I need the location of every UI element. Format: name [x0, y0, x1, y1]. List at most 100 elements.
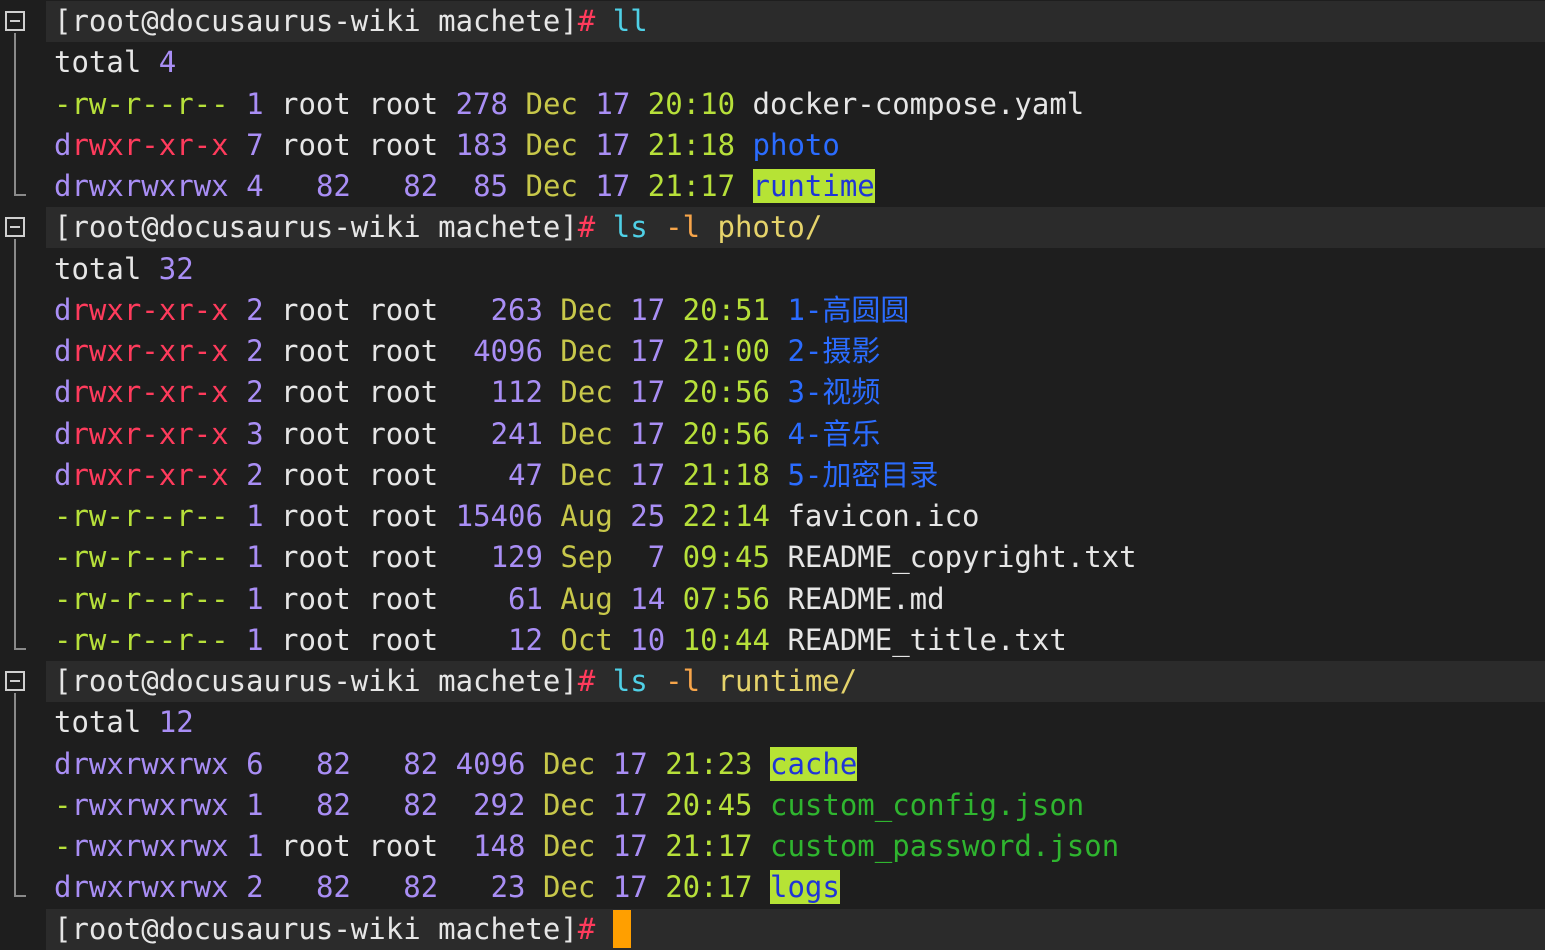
file-permissions: rwxrwxrwx	[71, 870, 229, 905]
fold-toggle-icon[interactable]	[5, 671, 25, 691]
file-name[interactable]: logs	[769, 870, 840, 905]
mod-time: 20:56	[682, 375, 770, 410]
file-name[interactable]: 3-视频	[787, 375, 880, 409]
prompt-symbol: #	[577, 4, 596, 38]
file-group: root	[368, 292, 439, 327]
file-name[interactable]: runtime	[752, 169, 875, 203]
file-type: d	[54, 416, 72, 451]
file-permissions: rwxrwxrwx	[71, 787, 229, 822]
file-owner: root	[281, 416, 351, 451]
mod-month: Aug	[560, 499, 613, 533]
file-size: 61	[508, 581, 543, 616]
file-owner: root	[281, 334, 351, 368]
file-name[interactable]: 2-摄影	[787, 334, 880, 368]
total-label: total	[54, 251, 142, 286]
mod-month: Dec	[525, 127, 578, 162]
file-size: 129	[490, 540, 543, 575]
file-size: 23	[490, 870, 526, 905]
mod-month: Aug	[560, 581, 613, 616]
file-type: d	[54, 375, 72, 410]
listing-row: drwxr-xr-x 2 root root 4096 Dec 17 21:00…	[46, 331, 1545, 372]
file-owner: root	[281, 86, 351, 121]
mod-time: 20:56	[682, 416, 770, 451]
mod-day: 17	[630, 292, 666, 327]
file-name[interactable]: favicon.ico	[787, 499, 979, 533]
link-count: 1	[246, 499, 264, 533]
fold-toggle-icon[interactable]	[5, 217, 25, 238]
file-size: 241	[490, 416, 543, 451]
mod-day: 14	[630, 581, 666, 616]
mod-day: 7	[647, 540, 666, 575]
file-name[interactable]: 4-音乐	[787, 417, 880, 451]
mod-day: 17	[595, 127, 631, 162]
mod-month: Sep	[560, 540, 613, 575]
mod-month: Dec	[560, 292, 613, 327]
file-group: root	[368, 829, 439, 863]
file-group: 82	[403, 169, 439, 203]
file-owner: 82	[315, 746, 351, 781]
file-owner: root	[281, 540, 351, 575]
listing-row: drwxr-xr-x 7 root root 183 Dec 17 21:18 …	[46, 125, 1545, 166]
command-arg: runtime/	[717, 664, 858, 698]
link-count: 2	[246, 457, 264, 492]
file-owner: 82	[315, 870, 351, 905]
file-size: 292	[473, 787, 526, 822]
text-cursor[interactable]	[612, 909, 631, 948]
file-group: 82	[403, 870, 439, 905]
file-group: root	[368, 375, 439, 410]
mod-day: 17	[612, 829, 648, 863]
link-count: 1	[246, 540, 264, 575]
mod-month: Dec	[542, 870, 596, 905]
file-name[interactable]: README_copyright.txt	[787, 540, 1136, 574]
file-permissions: rw-r--r--	[71, 86, 229, 121]
file-size: 47	[508, 457, 543, 492]
mod-day: 17	[595, 169, 631, 203]
file-group: root	[368, 127, 439, 162]
file-group: root	[368, 416, 439, 451]
link-count: 3	[246, 416, 264, 451]
mod-time: 21:17	[665, 829, 753, 863]
file-size: 4096	[455, 746, 526, 781]
total-label: total	[54, 45, 142, 80]
mod-month: Dec	[542, 787, 596, 822]
file-name[interactable]: custom_password.json	[770, 829, 1119, 863]
link-count: 2	[246, 870, 264, 905]
file-type: d	[54, 457, 72, 492]
mod-day: 17	[612, 870, 648, 905]
link-count: 1	[246, 581, 264, 616]
terminal-window[interactable]: [root@docusaurus-wiki machete]# ll total …	[0, 0, 1545, 950]
link-count: 1	[246, 787, 264, 822]
mod-time: 07:56	[682, 581, 770, 616]
file-name[interactable]: custom_config.json	[770, 788, 1084, 822]
file-name[interactable]: 1-高圆圆	[787, 293, 909, 327]
total-line: total 4	[46, 42, 1545, 83]
file-size: 85	[473, 169, 509, 203]
file-owner: root	[281, 622, 351, 657]
command-arg: photo/	[717, 210, 823, 245]
file-group: root	[368, 457, 439, 492]
total-value: 12	[158, 705, 194, 740]
file-name[interactable]: photo	[753, 128, 840, 162]
mod-day: 10	[630, 622, 666, 657]
file-permissions: rwxrwxrwx	[71, 746, 229, 781]
mod-time: 10:44	[682, 622, 770, 657]
mod-time: 21:00	[682, 334, 770, 368]
mod-day: 17	[630, 334, 666, 368]
prompt-line: [root@docusaurus-wiki machete]# ls -l ph…	[46, 207, 1545, 249]
file-name[interactable]: README_title.txt	[787, 623, 1066, 657]
prompt-user-host: [root@docusaurus-wiki machete]	[54, 4, 578, 38]
file-size: 278	[455, 86, 509, 121]
file-name[interactable]: docker-compose.yaml	[753, 87, 1085, 121]
command-flag: -l	[665, 210, 701, 245]
file-owner: root	[281, 499, 351, 533]
mod-day: 17	[630, 457, 666, 492]
file-type: d	[54, 127, 72, 162]
file-name[interactable]: cache	[769, 746, 858, 781]
file-group: root	[368, 581, 439, 616]
fold-toggle-icon[interactable]	[5, 11, 25, 31]
mod-time: 20:10	[647, 86, 736, 121]
file-name[interactable]: README.md	[787, 582, 944, 616]
mod-time: 21:17	[647, 169, 736, 203]
prompt-line: [root@docusaurus-wiki machete]# ll	[46, 1, 1545, 42]
file-name[interactable]: 5-加密目录	[787, 458, 938, 492]
